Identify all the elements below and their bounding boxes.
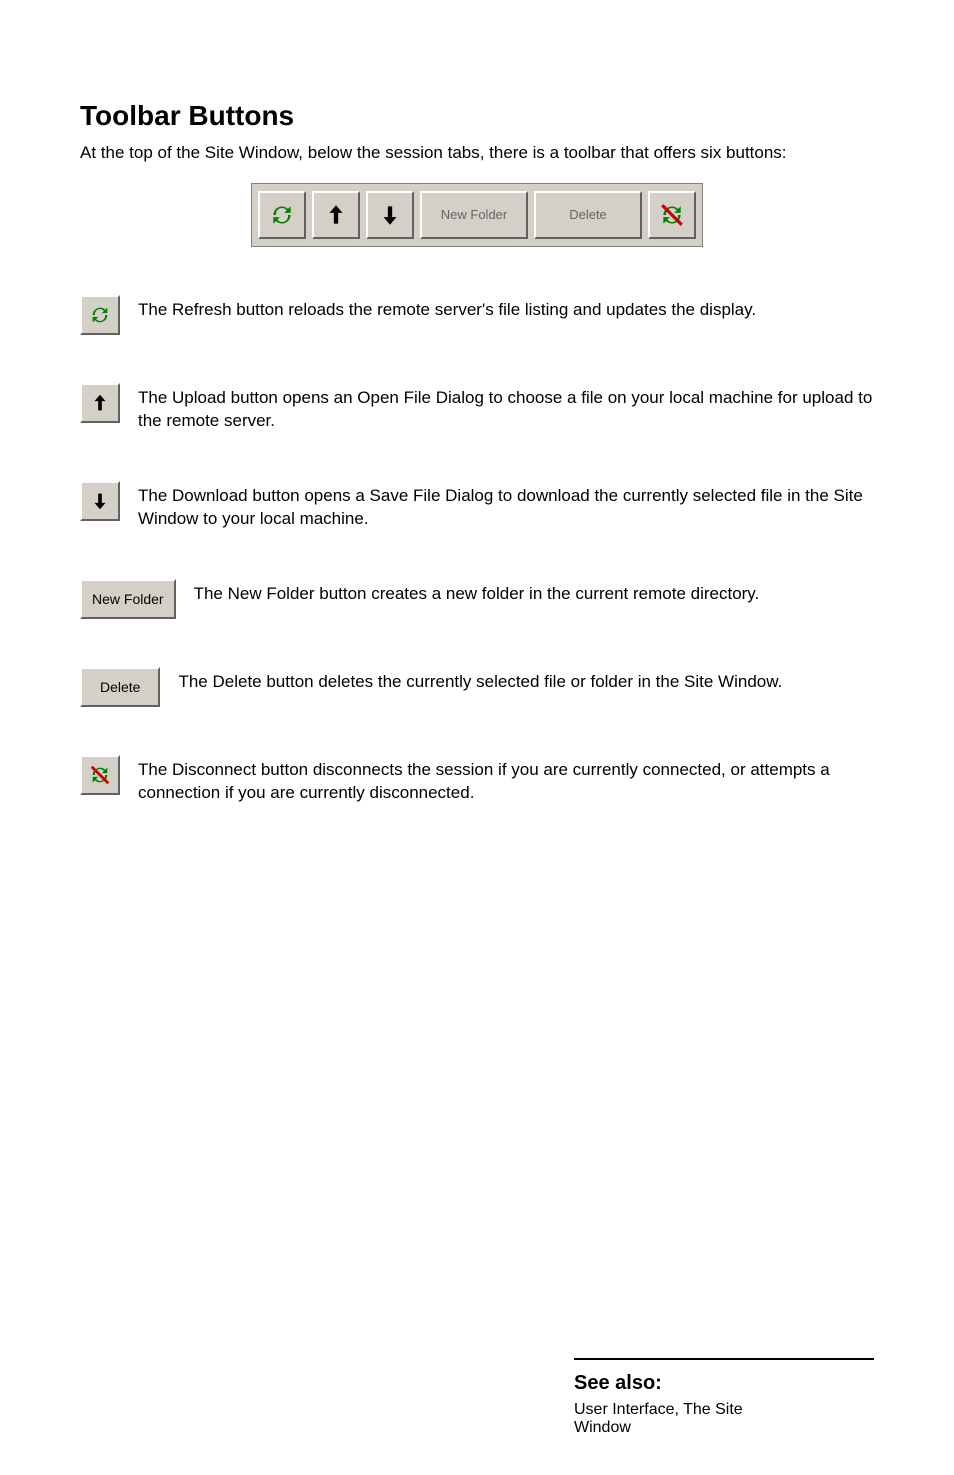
item-download: The Download button opens a Save File Di… <box>80 481 874 531</box>
sample-download-button[interactable] <box>80 481 120 521</box>
arrow-up-icon <box>323 202 349 228</box>
toolbar-disconnect-button[interactable] <box>648 191 696 239</box>
toolbar-refresh-button[interactable] <box>258 191 306 239</box>
toolbar-new-folder-button[interactable]: New Folder <box>420 191 528 239</box>
item-upload-desc: The Upload button opens an Open File Dia… <box>138 383 874 433</box>
item-refresh-desc: The Refresh button reloads the remote se… <box>138 295 874 322</box>
sample-delete-button[interactable]: Delete <box>80 667 160 707</box>
toolbar-download-button[interactable] <box>366 191 414 239</box>
arrow-up-icon <box>89 392 111 414</box>
sample-new-folder-button[interactable]: New Folder <box>80 579 176 619</box>
item-disconnect: The Disconnect button disconnects the se… <box>80 755 874 805</box>
arrow-down-icon <box>377 202 403 228</box>
sample-refresh-button[interactable] <box>80 295 120 335</box>
sample-disconnect-button[interactable] <box>80 755 120 795</box>
sample-delete-label: Delete <box>100 679 140 695</box>
section-title: Toolbar Buttons <box>80 100 874 132</box>
see-also-box: See also: User Interface, The Site Windo… <box>574 1358 874 1437</box>
page: Toolbar Buttons At the top of the Site W… <box>0 0 954 1475</box>
sample-upload-button[interactable] <box>80 383 120 423</box>
see-also-line2: Window <box>574 1419 874 1437</box>
arrow-down-icon <box>89 490 111 512</box>
see-also-title: See also: <box>574 1372 874 1395</box>
item-delete-desc: The Delete button deletes the currently … <box>178 667 874 694</box>
item-upload: The Upload button opens an Open File Dia… <box>80 383 874 433</box>
toolbar-delete-button[interactable]: Delete <box>534 191 642 239</box>
sample-new-folder-label: New Folder <box>92 591 164 607</box>
toolbar-delete-label: Delete <box>569 207 607 222</box>
disconnect-icon <box>659 202 685 228</box>
refresh-icon <box>269 202 295 228</box>
item-delete: Delete The Delete button deletes the cur… <box>80 667 874 707</box>
toolbar: New Folder Delete <box>251 183 703 247</box>
item-new-folder-desc: The New Folder button creates a new fold… <box>194 579 874 606</box>
item-download-desc: The Download button opens a Save File Di… <box>138 481 874 531</box>
see-also-divider <box>574 1358 874 1360</box>
intro-text: At the top of the Site Window, below the… <box>80 142 874 165</box>
toolbar-new-folder-label: New Folder <box>441 207 507 222</box>
toolbar-upload-button[interactable] <box>312 191 360 239</box>
refresh-icon <box>89 304 111 326</box>
see-also-line1: User Interface, The Site <box>574 1401 874 1419</box>
item-disconnect-desc: The Disconnect button disconnects the se… <box>138 755 874 805</box>
item-new-folder: New Folder The New Folder button creates… <box>80 579 874 619</box>
disconnect-icon <box>89 764 111 786</box>
item-refresh: The Refresh button reloads the remote se… <box>80 295 874 335</box>
